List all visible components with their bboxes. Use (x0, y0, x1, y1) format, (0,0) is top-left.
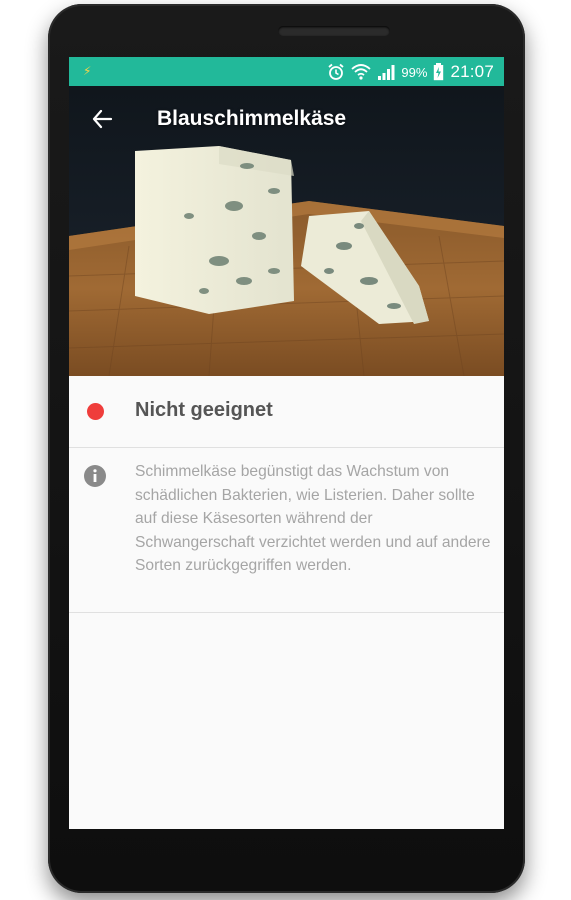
battery-charging-icon (433, 63, 444, 81)
signal-bars-icon (377, 63, 395, 81)
back-button[interactable] (87, 104, 117, 134)
status-dot (87, 403, 104, 420)
wifi-icon (351, 63, 372, 81)
arrow-left-icon (92, 109, 113, 129)
alarm-clock-icon (327, 63, 345, 81)
status-icons: 99% 21:07 (327, 61, 494, 83)
app-screen: ⚡ 99% 21:07 Blauschimmelkäse Nicht geeig… (69, 57, 504, 829)
info-text: Schimmelkäse begünstigt das Wachstum von… (135, 463, 491, 574)
battery-percent: 99% (401, 64, 428, 80)
clock: 21:07 (450, 62, 494, 81)
header-image-area: Blauschimmelkäse (69, 86, 504, 376)
phone-speaker (278, 26, 390, 36)
suitability-row: Nicht geeignet (69, 376, 504, 448)
page-title: Blauschimmelkäse (157, 107, 347, 130)
suitability-label: Nicht geeignet (135, 399, 273, 421)
flash-icon: ⚡ (83, 64, 92, 78)
status-bar: ⚡ 99% 21:07 (69, 57, 504, 86)
info-icon (84, 465, 106, 487)
info-row: Schimmelkäse begünstigt das Wachstum von… (69, 448, 504, 613)
